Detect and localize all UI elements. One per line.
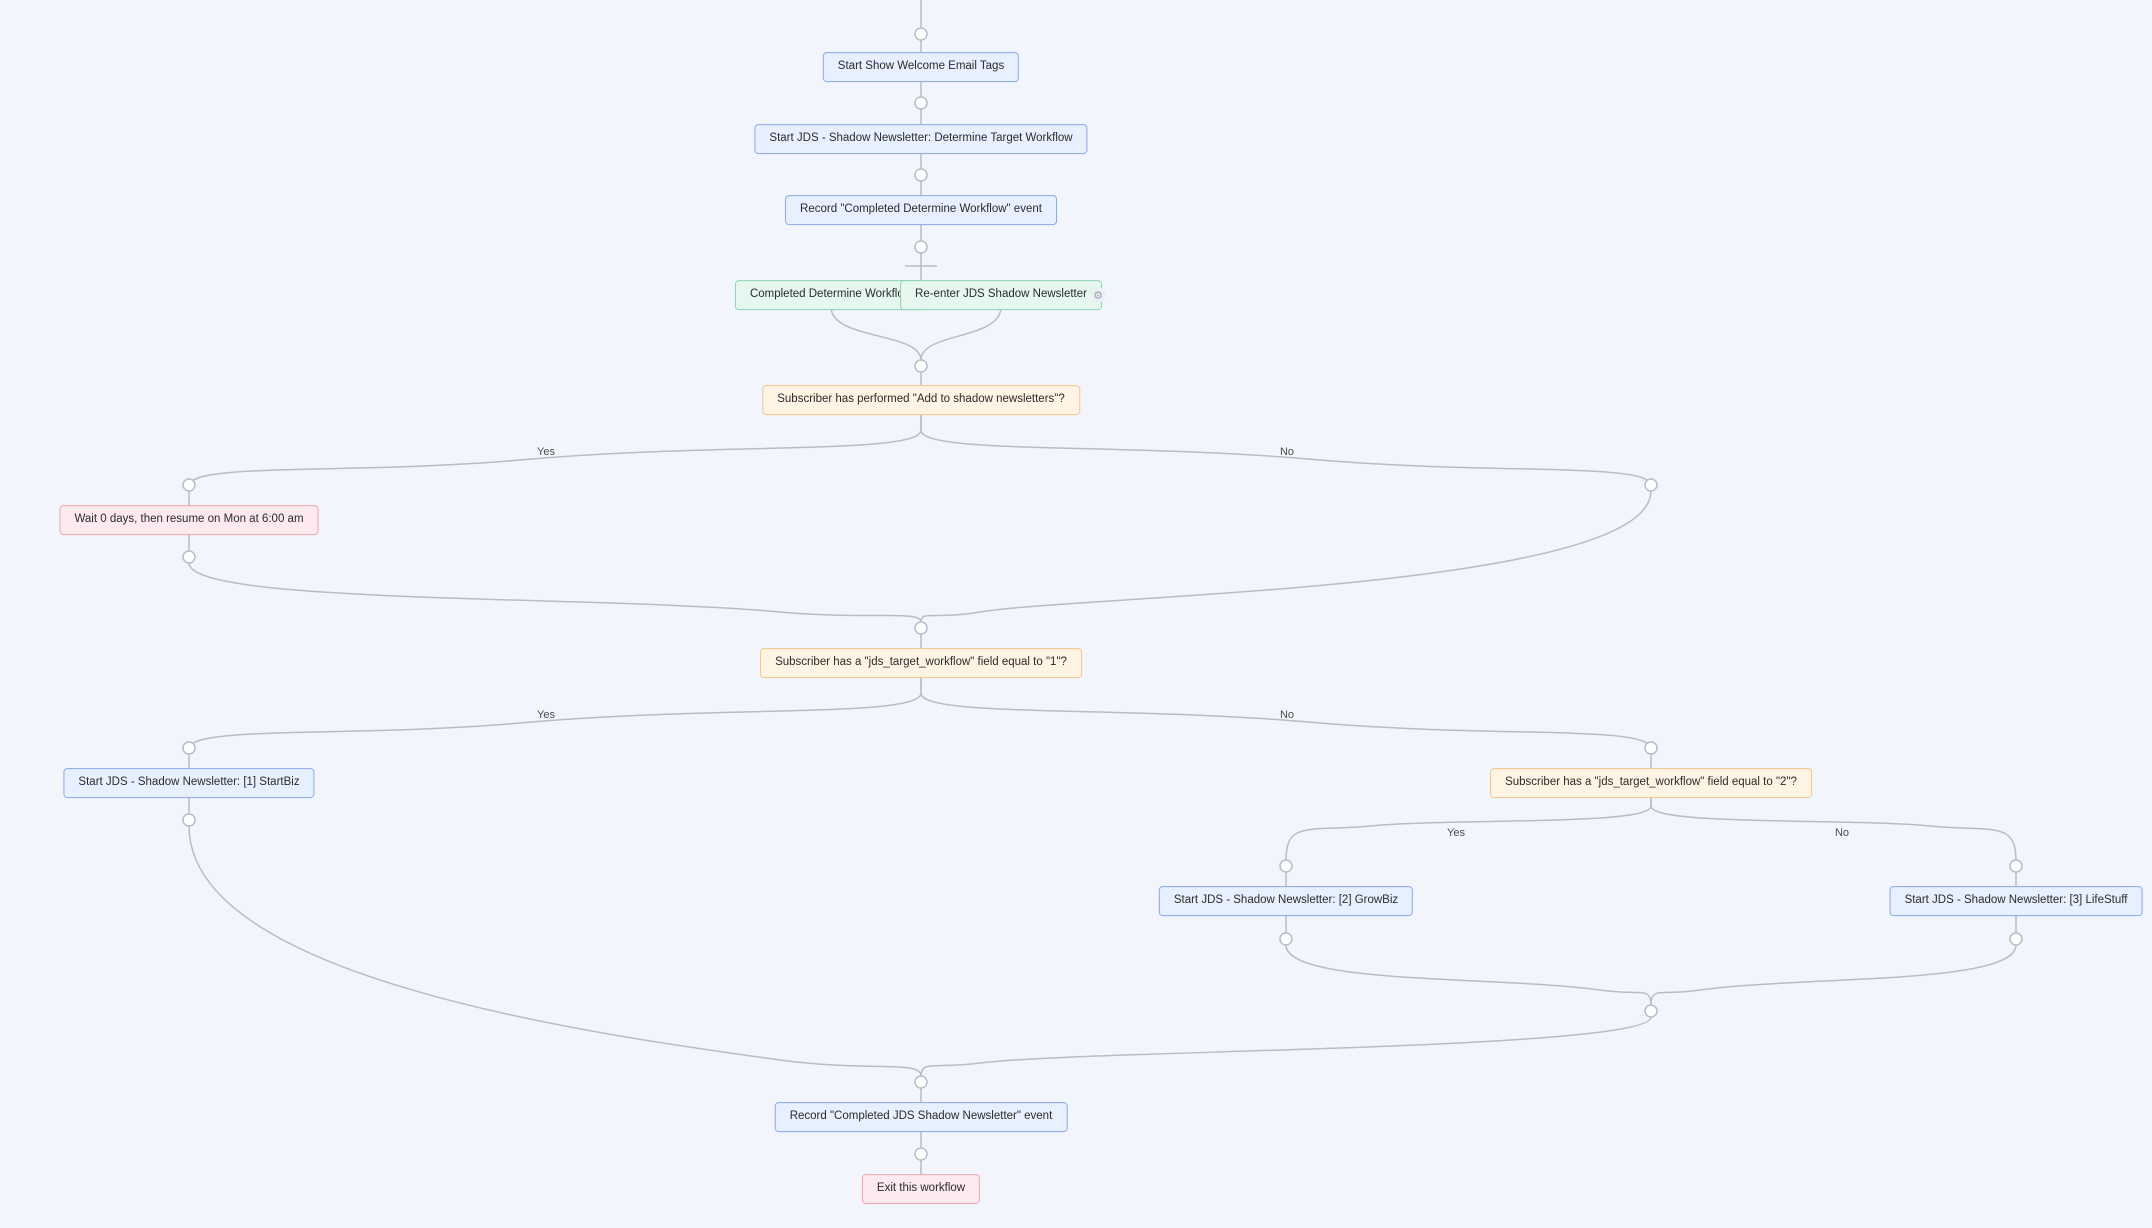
node-exit[interactable]: Exit this workflow [862,1174,980,1204]
node-reenter-jds[interactable]: Re-enter JDS Shadow Newsletter [900,280,1102,310]
branch-no-1: No [1280,446,1294,458]
gear-icon[interactable]: ⚙ [1090,287,1106,303]
node-record-complete[interactable]: Record "Completed JDS Shadow Newsletter"… [775,1102,1068,1132]
node-start-determine[interactable]: Start JDS - Shadow Newsletter: Determine… [754,124,1087,154]
node-wait[interactable]: Wait 0 days, then resume on Mon at 6:00 … [59,505,318,535]
branch-no-3: No [1835,827,1849,839]
node-cond-target1[interactable]: Subscriber has a "jds_target_workflow" f… [760,648,1082,678]
node-completed-determine[interactable]: Completed Determine Workflow [735,280,927,310]
node-record-determine[interactable]: Record "Completed Determine Workflow" ev… [785,195,1057,225]
node-start-startbiz[interactable]: Start JDS - Shadow Newsletter: [1] Start… [63,768,314,798]
node-start-welcome[interactable]: Start Show Welcome Email Tags [823,52,1019,82]
branch-yes-2: Yes [537,709,555,721]
node-cond-target2[interactable]: Subscriber has a "jds_target_workflow" f… [1490,768,1812,798]
node-start-growbiz[interactable]: Start JDS - Shadow Newsletter: [2] GrowB… [1159,886,1413,916]
branch-no-2: No [1280,709,1294,721]
node-cond-shadow[interactable]: Subscriber has performed "Add to shadow … [762,385,1080,415]
branch-yes-1: Yes [537,446,555,458]
workflow-canvas[interactable] [0,0,2152,1228]
branch-yes-3: Yes [1447,827,1465,839]
node-start-lifestuff[interactable]: Start JDS - Shadow Newsletter: [3] LifeS… [1890,886,2143,916]
